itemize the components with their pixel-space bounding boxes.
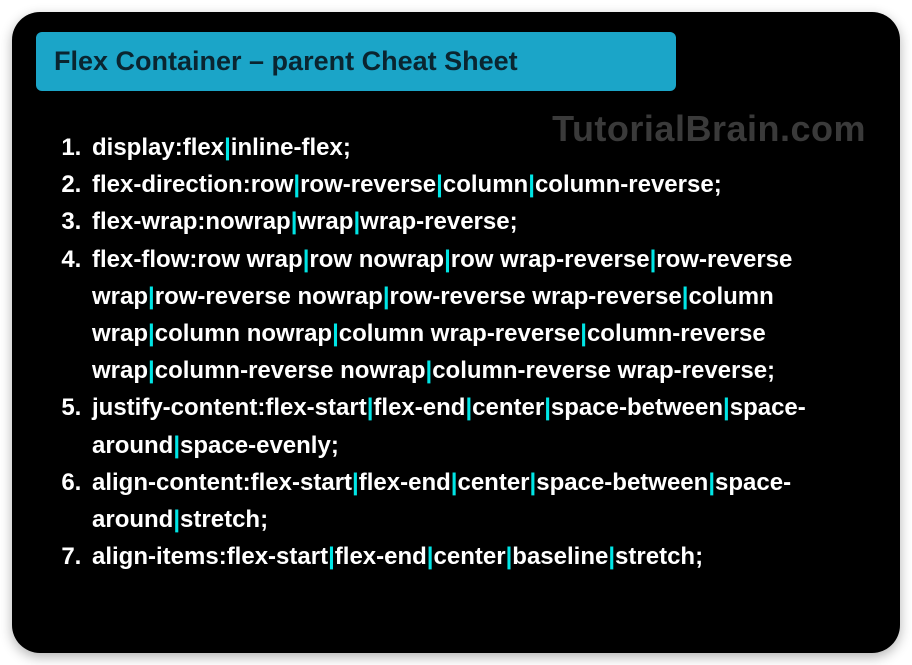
list-item: justify-content:flex-start|flex-end|cent… (88, 389, 876, 463)
separator: | (544, 394, 551, 421)
property-name: display: (92, 134, 183, 161)
separator: | (444, 246, 451, 273)
line-end: ; (260, 506, 268, 533)
line-end: ; (510, 208, 518, 235)
list-item: flex-wrap:nowrap|wrap|wrap-reverse; (88, 203, 876, 240)
property-value: stretch (615, 543, 695, 570)
list-item: flex-direction:row|row-reverse|column|co… (88, 166, 876, 203)
property-value: row-reverse nowrap (155, 283, 383, 310)
property-value: flex-start (227, 543, 328, 570)
property-name: flex-flow: (92, 246, 197, 273)
property-value: row-reverse (300, 171, 436, 198)
list-item: flex-flow:row wrap|row nowrap|row wrap-r… (88, 241, 876, 390)
property-value: center (457, 469, 529, 496)
separator: | (580, 320, 587, 347)
property-value: flex (183, 134, 224, 161)
property-value: stretch (180, 506, 260, 533)
property-value: column nowrap (155, 320, 332, 347)
separator: | (352, 469, 359, 496)
line-end: ; (767, 357, 775, 384)
separator: | (148, 320, 155, 347)
property-name: align-items: (92, 543, 227, 570)
separator: | (383, 283, 390, 310)
title-text: Flex Container – parent Cheat Sheet (54, 46, 518, 76)
property-value: space-between (551, 394, 723, 421)
property-name: flex-direction: (92, 171, 251, 198)
list-item: align-items:flex-start|flex-end|center|b… (88, 538, 876, 575)
property-value: flex-start (251, 469, 352, 496)
property-value: space-evenly (180, 432, 331, 459)
property-name: justify-content: (92, 394, 265, 421)
property-value: space-between (536, 469, 708, 496)
separator: | (427, 543, 434, 570)
separator: | (528, 171, 535, 198)
separator: | (436, 171, 443, 198)
property-value: baseline (512, 543, 608, 570)
property-name: flex-wrap: (92, 208, 205, 235)
separator: | (328, 543, 335, 570)
property-value: flex-end (359, 469, 451, 496)
separator: | (332, 320, 339, 347)
property-name: align-content: (92, 469, 251, 496)
separator: | (148, 283, 155, 310)
line-end: ; (331, 432, 339, 459)
cheatsheet-card: Flex Container – parent Cheat Sheet Tuto… (12, 12, 900, 653)
property-value: row-reverse wrap-reverse (390, 283, 682, 310)
property-value: flex-start (265, 394, 366, 421)
property-value: row nowrap (309, 246, 444, 273)
list-item: align-content:flex-start|flex-end|center… (88, 464, 876, 538)
property-value: nowrap (205, 208, 290, 235)
separator: | (723, 394, 730, 421)
property-value: center (434, 543, 506, 570)
property-value: row (251, 171, 294, 198)
watermark: TutorialBrain.com (552, 108, 866, 150)
property-value: row wrap (197, 246, 302, 273)
line-end: ; (714, 171, 722, 198)
property-value: row wrap-reverse (451, 246, 650, 273)
line-end: ; (695, 543, 703, 570)
properties-list: display:flex|inline-flex;flex-direction:… (36, 129, 876, 575)
separator: | (148, 357, 155, 384)
property-value: column-reverse nowrap (155, 357, 426, 384)
property-value: column-reverse (535, 171, 714, 198)
property-value: inline-flex (231, 134, 343, 161)
title-bar: Flex Container – parent Cheat Sheet (36, 32, 676, 91)
property-value: center (472, 394, 544, 421)
line-end: ; (343, 134, 351, 161)
property-value: wrap-reverse (360, 208, 509, 235)
property-value: flex-end (373, 394, 465, 421)
property-value: flex-end (335, 543, 427, 570)
property-value: column wrap-reverse (339, 320, 580, 347)
property-value: column-reverse wrap-reverse (432, 357, 767, 384)
property-value: wrap (297, 208, 353, 235)
property-value: column (443, 171, 528, 198)
separator: | (224, 134, 231, 161)
